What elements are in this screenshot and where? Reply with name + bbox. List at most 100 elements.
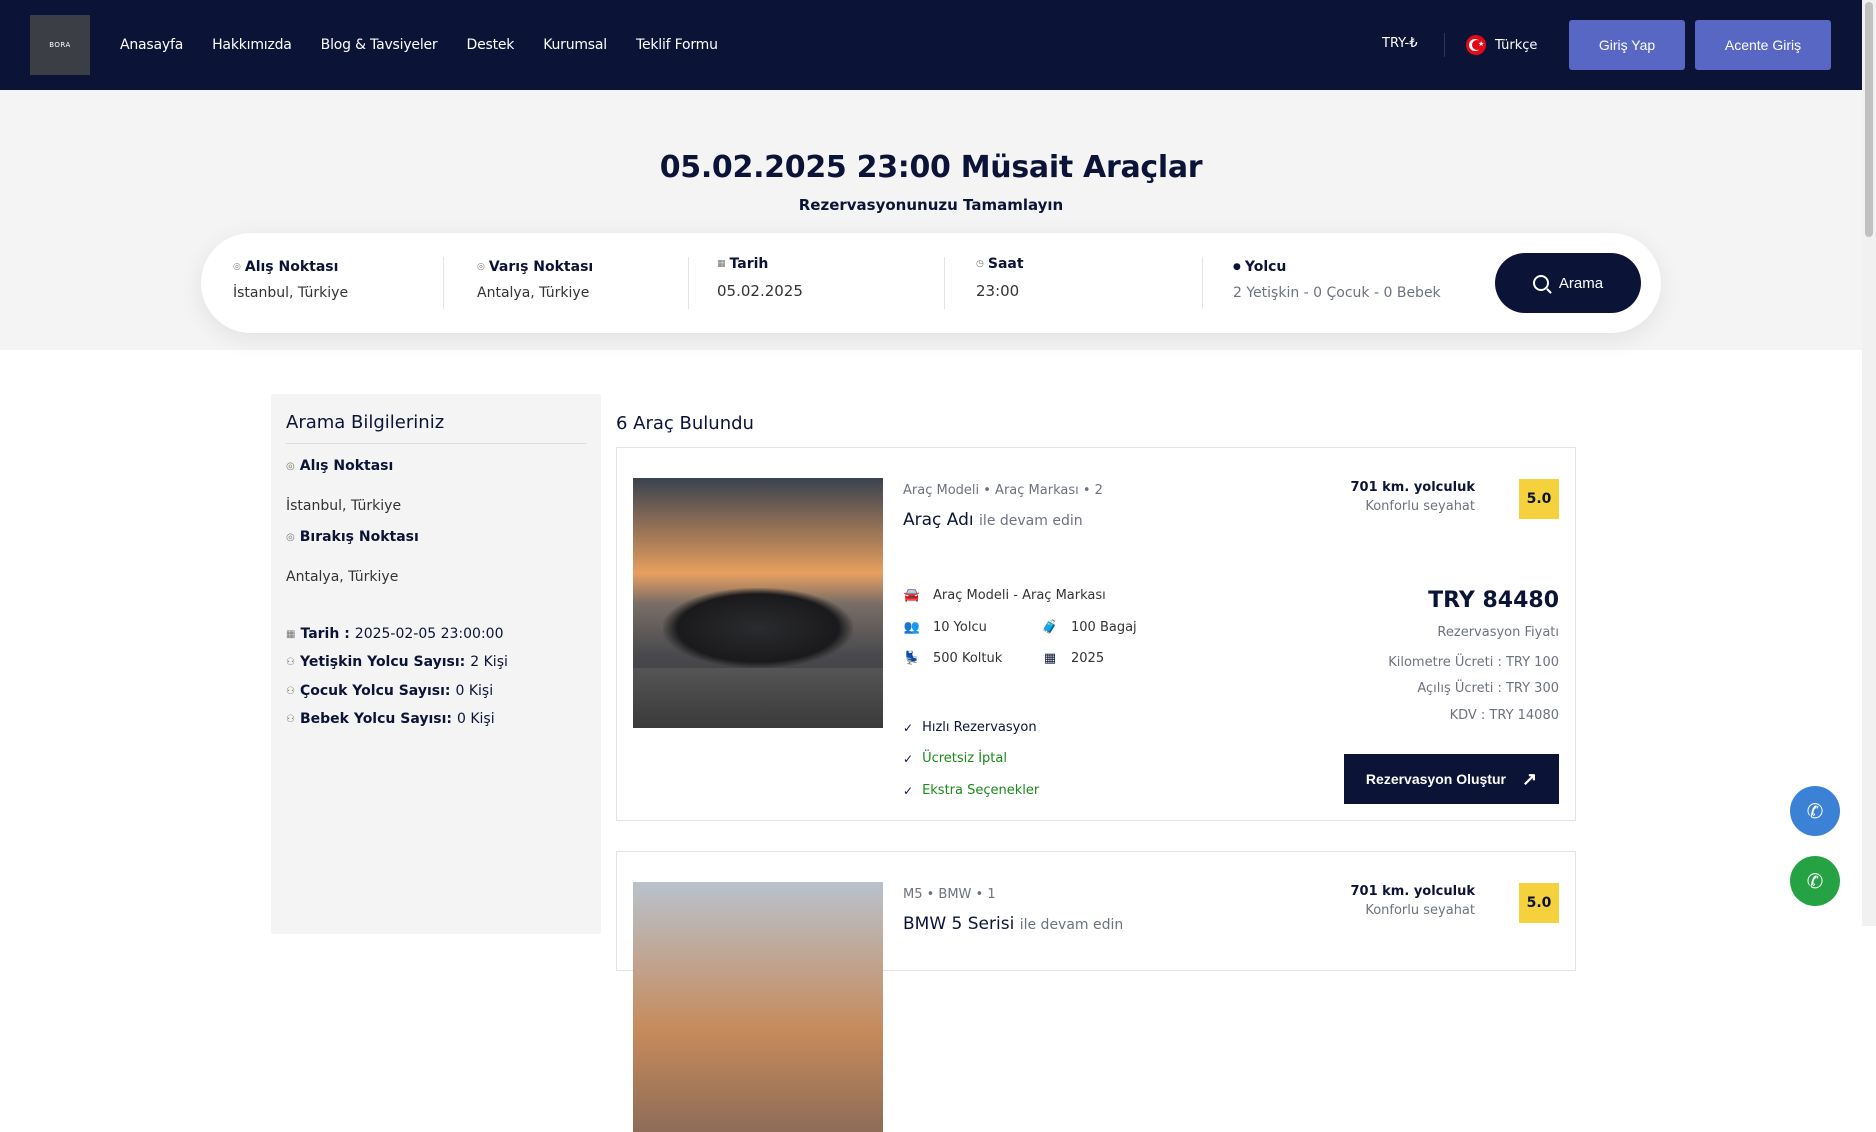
feature-fast-booking: ✓ Hızlı Rezervasyon <box>903 720 1037 735</box>
check-icon: ✓ <box>903 720 914 735</box>
rating-badge: 5.0 <box>1519 479 1559 519</box>
search-bar: ◎ Alış Noktası İstanbul, Türkiye ◎ Varış N… <box>201 233 1661 333</box>
date-field[interactable]: ▦ Tarih 05.02.2025 <box>717 256 803 300</box>
nav-divider <box>1444 33 1445 57</box>
vehicle-card: M5 • BMW • 1 BMW 5 Serisi ile devam edin… <box>616 851 1576 1132</box>
time-label: Saat <box>987 256 1024 272</box>
nav-link-blog[interactable]: Blog & Tavsiyeler <box>321 37 438 53</box>
time-field[interactable]: ◷ Saat 23:00 <box>976 256 1024 300</box>
search-info-sidebar: Arama Bilgileriniz ◎ Alış Noktası İstanbu… <box>271 394 601 934</box>
results-count: 6 Araç Bulundu <box>616 413 754 434</box>
vehicle-image[interactable] <box>633 882 883 1132</box>
vehicle-name-suffix: ile devam edin <box>979 513 1083 529</box>
language-label: Türkçe <box>1495 37 1538 53</box>
feature-passengers: 👥 10 Yolcu <box>903 620 987 635</box>
sidebar-adult-count: ⚇ Yetişkin Yolcu Sayısı: 2 Kişi <box>286 654 508 670</box>
scrollbar-thumb[interactable] <box>1865 2 1873 237</box>
sidebar-dropoff-label: ◎ Bırakış Noktası <box>286 529 419 545</box>
sidebar-child-count: ⚇ Çocuk Yolcu Sayısı: 0 Kişi <box>286 683 494 699</box>
nav-link-anasayfa[interactable]: Anasayfa <box>120 37 183 53</box>
top-navbar: BORA Anasayfa Hakkımızda Blog & Tavsiyel… <box>0 0 1862 90</box>
search-icon <box>1532 275 1549 291</box>
login-button[interactable]: Giriş Yap <box>1569 20 1685 70</box>
passenger-field[interactable]: ● Yolcu 2 Yetişkin - 0 Çocuk - 0 Bebek <box>1233 259 1441 301</box>
calendar-icon: ▦ <box>286 628 296 640</box>
sidebar-baby-count: ⚇ Bebek Yolcu Sayısı: 0 Kişi <box>286 711 495 727</box>
agent-login-button[interactable]: Acente Giriş <box>1695 20 1831 70</box>
search-divider <box>944 257 945 309</box>
rating-badge: 5.0 <box>1519 883 1559 923</box>
create-reservation-button[interactable]: Rezervasyon Oluştur ↗ <box>1344 754 1559 804</box>
sidebar-pickup-value: İstanbul, Türkiye <box>286 498 402 514</box>
sidebar-title: Arama Bilgileriniz <box>286 412 445 433</box>
car-icon: 🚘 <box>903 588 921 603</box>
vehicle-card: Araç Modeli • Araç Markası • 2 Araç Adı … <box>616 447 1576 821</box>
logo-text: BORA <box>49 41 71 49</box>
nav-link-hakkimizda[interactable]: Hakkımızda <box>212 37 292 53</box>
whatsapp-button[interactable]: ✆ <box>1790 856 1840 906</box>
search-divider <box>688 257 689 309</box>
location-pin-icon: ◎ <box>477 262 485 272</box>
whatsapp-icon: ✆ <box>1806 869 1824 893</box>
feature-extra-options: ✓ Ekstra Seçenekler <box>903 783 1040 798</box>
location-pin-icon: ◎ <box>286 460 295 472</box>
sidebar-dropoff-value: Antalya, Türkiye <box>286 569 399 585</box>
image-ground <box>633 668 883 728</box>
currency-selector[interactable]: TRY-₺ <box>1382 36 1418 51</box>
vehicle-name-text: Araç Adı <box>903 510 974 530</box>
nav-link-teklif-formu[interactable]: Teklif Formu <box>636 37 718 53</box>
calendar-icon: ▦ <box>1043 651 1057 666</box>
search-button[interactable]: Arama <box>1495 253 1641 313</box>
pickup-value: İstanbul, Türkiye <box>233 285 349 301</box>
pickup-label: Alış Noktası <box>244 259 339 275</box>
page-scrollbar[interactable] <box>1862 0 1876 926</box>
calendar-icon: ▦ <box>717 259 726 269</box>
check-icon: ✓ <box>903 783 914 798</box>
location-pin-icon: ◎ <box>286 531 295 543</box>
phone-call-button[interactable]: ✆ <box>1790 786 1840 836</box>
page-subtitle: Rezervasyonunuzu Tamamlayın <box>798 196 1064 214</box>
search-button-label: Arama <box>1558 274 1604 292</box>
nav-link-kurumsal[interactable]: Kurumsal <box>543 37 607 53</box>
vat-fee: KDV : TRY 14080 <box>1449 708 1559 723</box>
users-icon: ⚇ <box>286 713 295 725</box>
dropoff-field[interactable]: ◎ Varış Noktası Antalya, Türkiye <box>477 259 593 301</box>
page-title: 05.02.2025 23:00 Müsait Araçlar <box>659 150 1203 185</box>
time-value: 23:00 <box>976 282 1020 300</box>
clock-icon: ◷ <box>976 259 984 269</box>
sidebar-divider <box>286 443 586 444</box>
nav-link-destek[interactable]: Destek <box>466 37 514 53</box>
vehicle-meta: Araç Modeli • Araç Markası • 2 <box>903 483 1103 498</box>
trip-distance: 701 km. yolculuk <box>1350 884 1476 899</box>
phone-icon: ✆ <box>1806 799 1824 823</box>
km-fee: Kilometre Ücreti : TRY 100 <box>1388 655 1559 670</box>
vehicle-meta: M5 • BMW • 1 <box>903 887 996 902</box>
seat-icon: 💺 <box>903 651 921 666</box>
users-icon: 👥 <box>903 620 921 635</box>
location-pin-icon: ◎ <box>233 262 241 272</box>
feature-seats: 💺 500 Koltuk <box>903 651 1003 666</box>
pickup-field[interactable]: ◎ Alış Noktası İstanbul, Türkiye <box>233 259 348 301</box>
luggage-icon: 🧳 <box>1041 620 1059 635</box>
passenger-label: Yolcu <box>1244 259 1287 275</box>
create-reservation-label: Rezervasyon Oluştur <box>1365 771 1506 787</box>
site-logo[interactable]: BORA <box>30 15 90 75</box>
sidebar-date: ▦ Tarih :2025-02-05 23:00:00 <box>286 626 504 642</box>
vehicle-name-suffix: ile devam edin <box>1019 917 1124 933</box>
trip-distance: 701 km. yolculuk <box>1350 480 1476 495</box>
vehicle-name[interactable]: BMW 5 Serisi ile devam edin <box>903 914 1123 934</box>
opening-fee: Açılış Ücreti : TRY 300 <box>1417 681 1559 696</box>
price: TRY 84480 <box>1428 588 1559 613</box>
vehicle-name[interactable]: Araç Adı ile devam edin <box>903 510 1083 530</box>
search-divider <box>1202 257 1203 309</box>
sidebar-pickup-label: ◎ Alış Noktası <box>286 458 394 474</box>
language-selector[interactable]: ★ Türkçe <box>1466 35 1537 55</box>
users-icon: ⚇ <box>286 656 295 668</box>
vehicle-image[interactable] <box>633 478 883 728</box>
nav-links: Anasayfa Hakkımızda Blog & Tavsiyeler De… <box>120 0 718 90</box>
vehicle-name-text: BMW 5 Serisi <box>903 914 1015 934</box>
feature-year: ▦ 2025 <box>1041 651 1104 666</box>
feature-free-cancel: ✓ Ücretsiz İptal <box>903 751 1007 766</box>
price-label: Rezervasyon Fiyatı <box>1437 625 1559 640</box>
search-divider <box>443 257 444 309</box>
